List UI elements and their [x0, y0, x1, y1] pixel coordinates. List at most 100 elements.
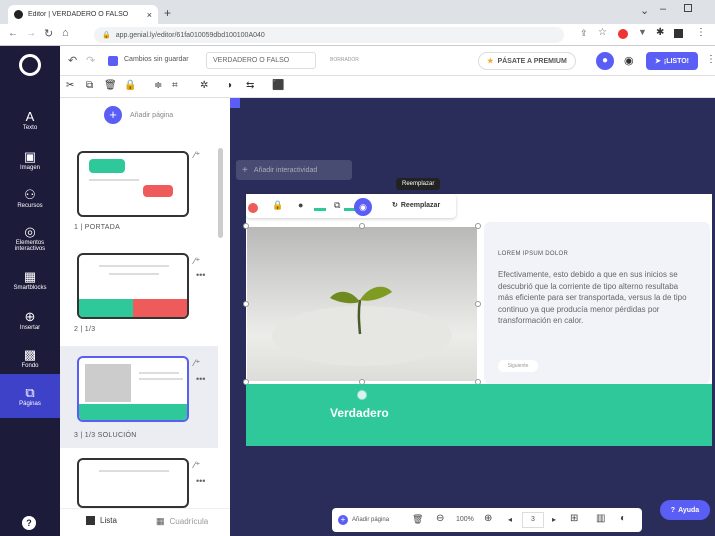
element-drop-icon[interactable]: ● [298, 200, 303, 210]
animation-icon[interactable]: ◑ [226, 80, 232, 91]
nav-label: Recursos [17, 202, 43, 209]
home-icon[interactable]: ⌂ [62, 27, 69, 39]
resize-handle[interactable] [475, 301, 481, 307]
slide-heading[interactable]: LOREM IPSUM DOLOR [498, 251, 568, 257]
view-list-button[interactable]: Lista [86, 516, 117, 525]
undo-icon[interactable]: ↶ [68, 54, 77, 67]
nav-item-recursos[interactable]: ⚇ Recursos [0, 176, 60, 220]
delete-icon[interactable]: 🗑 [104, 80, 117, 91]
tab-close-icon[interactable]: × [147, 10, 152, 20]
autosave-checkbox[interactable] [108, 56, 118, 66]
group-icon[interactable]: ⌗ [172, 80, 178, 91]
sidebar-icon[interactable] [674, 29, 683, 38]
more-icon[interactable]: ⋮ [706, 54, 715, 65]
resize-handle[interactable] [475, 223, 481, 229]
zoom-out-icon[interactable]: ⊖ [436, 513, 444, 524]
thumb-speech-green [89, 159, 125, 173]
thumb-3-options-icon[interactable]: ⁄⁺ [194, 358, 200, 369]
element-lock-icon[interactable]: 🔒 [272, 200, 283, 211]
ready-button[interactable]: ➤ ¡LISTO! [646, 52, 698, 70]
genially-logo-icon[interactable] [19, 54, 41, 76]
nav-item-texto[interactable]: A Texto [0, 98, 60, 142]
star-icon: ★ [487, 58, 494, 65]
page-label-3: 3 | 1/3 SOLUCIÓN [74, 432, 137, 439]
redo-icon[interactable]: ↷ [86, 54, 95, 67]
thumb-3-more-icon[interactable]: ••• [196, 374, 205, 384]
thumb-text-line [139, 378, 183, 380]
doc-title-input[interactable]: VERDADERO O FALSO [206, 52, 316, 69]
element-green-toggle[interactable] [314, 208, 326, 211]
element-copy-icon[interactable]: ⧉ [334, 200, 340, 211]
nav-item-elementos[interactable]: ◎ Elementos interactivos [0, 216, 60, 260]
resize-handle[interactable] [243, 223, 249, 229]
minimize-icon[interactable]: ⌄ [640, 4, 649, 17]
page-thumbnail-2[interactable] [77, 253, 189, 319]
link-icon[interactable]: ⇆ [246, 80, 254, 91]
window-maximize-icon[interactable] [684, 4, 692, 12]
slide-small-button[interactable]: Siguiente [498, 360, 538, 372]
page-delete-icon[interactable]: 🗑 [412, 514, 423, 525]
puzzle-icon[interactable]: ✱ [656, 27, 664, 38]
thumb-2-options-icon[interactable]: ⁄⁺ [194, 256, 200, 267]
help-button[interactable]: ? Ayuda [660, 500, 710, 520]
cut-icon[interactable]: ✂ [66, 80, 74, 91]
columns-icon[interactable]: ▥ [596, 513, 605, 524]
nav-label: Imagen [19, 164, 40, 171]
window-minimize-icon[interactable]: – [660, 3, 666, 15]
browser-tab[interactable]: Editor | VERDADERO O FALSO × [8, 5, 158, 24]
answer-banner[interactable] [246, 384, 712, 446]
premium-button[interactable]: ★ PÁSATE A PREMIUM [478, 52, 576, 70]
thumb-2-more-icon[interactable]: ••• [196, 270, 205, 280]
forward-icon[interactable]: → [26, 28, 36, 39]
back-icon[interactable]: ← [8, 28, 18, 39]
bookmark-icon[interactable]: ☆ [598, 27, 607, 38]
view-grid-button[interactable]: ▦ Cuadrícula [156, 516, 208, 527]
prev-page-icon[interactable]: ◂ [508, 515, 512, 524]
user-avatar[interactable]: ● [596, 52, 614, 70]
page-thumbnail-4[interactable] [77, 458, 189, 508]
banner-text[interactable]: Verdadero [330, 406, 389, 420]
element-badge-icon [248, 203, 258, 213]
resize-handle[interactable] [359, 223, 365, 229]
nav-item-smartblocks[interactable]: ▦ Smartblocks [0, 258, 60, 302]
next-page-icon[interactable]: ▸ [552, 515, 556, 524]
grid-view-icon[interactable]: ⊞ [570, 513, 578, 524]
replace-button[interactable]: ↻ Reemplazar [392, 201, 441, 210]
resize-handle[interactable] [243, 301, 249, 307]
page-thumbnail-3[interactable] [77, 356, 189, 422]
replace-label: Reemplazar [400, 201, 441, 209]
add-interactivity-button[interactable]: + Añadir interactividad [236, 160, 352, 180]
rotate-handle-icon[interactable] [357, 390, 367, 400]
thumb-line [89, 179, 139, 181]
add-page-button[interactable]: + Añadir página [104, 106, 173, 124]
thumb-1-options-icon[interactable]: ⁄⁺ [194, 150, 200, 161]
bottom-add-page-label: Añadir página [352, 516, 390, 523]
plus-icon: + [242, 164, 248, 176]
extension-red-icon[interactable] [618, 29, 628, 39]
filter-icon[interactable]: ▼ [638, 27, 647, 37]
panel-scrollbar[interactable] [218, 148, 223, 238]
thumb-text-line [99, 470, 169, 472]
thumb-4-options-icon[interactable]: ⁄⁺ [194, 460, 200, 471]
new-tab-icon[interactable]: + [164, 6, 171, 20]
lock-element-icon[interactable]: 🔒 [124, 80, 136, 91]
settings-icon[interactable]: ◐ [620, 513, 626, 524]
effects-icon[interactable]: ✲ [200, 80, 208, 91]
thumb-4-more-icon[interactable]: ••• [196, 476, 205, 486]
zoom-in-icon[interactable]: ⊕ [484, 513, 492, 524]
layers-icon[interactable]: ⬛ [272, 80, 284, 91]
share-icon[interactable]: ⇪ [580, 28, 588, 39]
help-circle-icon[interactable]: ? [22, 516, 36, 530]
url-bar[interactable]: 🔒 app.genial.ly/editor/61fa010059dbd1001… [94, 27, 564, 43]
page-thumbnail-1[interactable] [77, 151, 189, 217]
bottom-add-page-button[interactable]: + Añadir página [338, 510, 400, 530]
reload-icon[interactable]: ↻ [44, 27, 53, 40]
page-number-field[interactable]: 3 [522, 512, 544, 528]
slide-body-text[interactable]: Efectivamente, esto debido a que en sus … [498, 269, 694, 327]
copy-icon[interactable]: ⧉ [86, 80, 93, 91]
nav-item-paginas[interactable]: ⧉ Páginas [0, 374, 60, 418]
menu-dots-icon[interactable]: ⋮ [696, 27, 706, 38]
align-icon[interactable]: ≑ [154, 80, 162, 91]
preview-eye-icon[interactable]: ◉ [624, 54, 634, 67]
element-interactive-icon[interactable]: ◉ [354, 198, 372, 216]
